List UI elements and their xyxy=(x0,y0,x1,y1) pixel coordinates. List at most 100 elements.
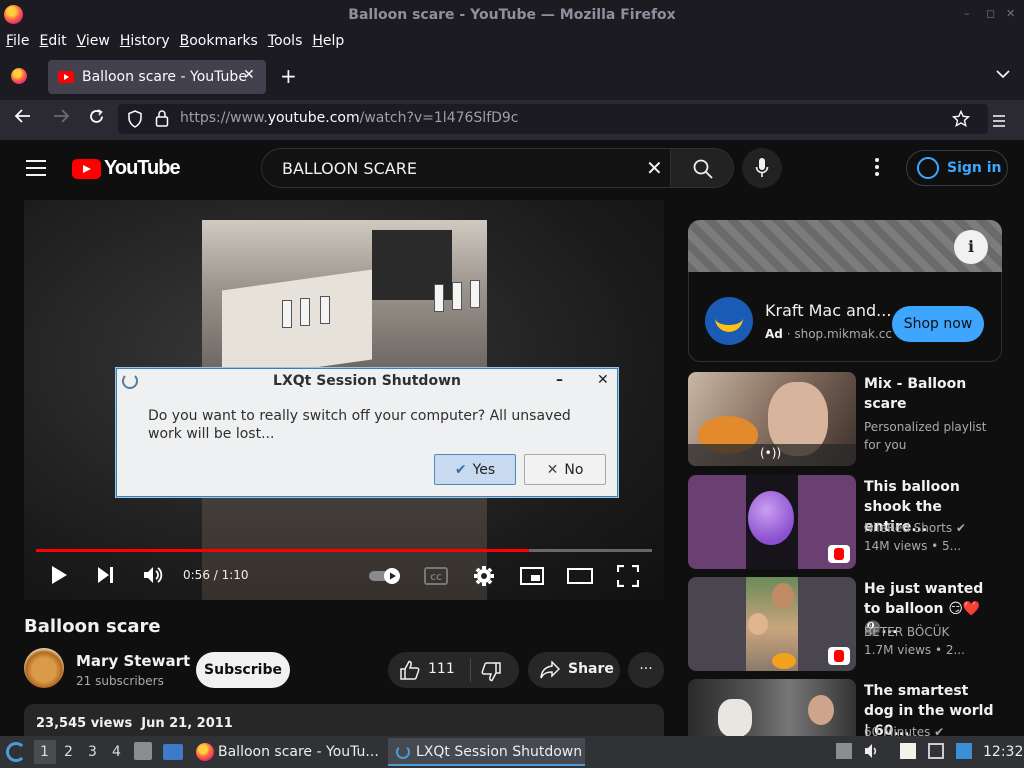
dialog-titlebar[interactable]: LXQt Session Shutdown xyxy=(117,369,617,395)
youtube-logo[interactable]: YouTube xyxy=(72,157,181,180)
taskbar-item-shutdown-dialog[interactable]: LXQt Session Shutdown xyxy=(388,738,585,766)
theater-mode-icon[interactable] xyxy=(567,568,593,589)
youtube-favicon-icon xyxy=(58,71,74,83)
desktop-switch-2[interactable]: 2 xyxy=(64,744,73,760)
notification-tray-icon[interactable] xyxy=(956,743,972,759)
views-and-date: 23,545 views Jun 21, 2011 xyxy=(36,716,233,731)
checkmark-icon: ✔ xyxy=(454,461,467,478)
share-arrow-icon xyxy=(540,661,560,679)
volume-tray-icon[interactable] xyxy=(864,743,880,759)
video-progress-bar[interactable] xyxy=(36,549,652,552)
menu-help[interactable]: Help xyxy=(312,33,344,49)
like-thumb-up-icon[interactable] xyxy=(400,660,420,684)
clipboard-tray-icon[interactable] xyxy=(900,743,916,759)
menu-edit[interactable]: Edit xyxy=(39,33,66,49)
url-text[interactable]: https://www.youtube.com/watch?v=1l476Slf… xyxy=(180,110,519,126)
recommendation-thumbnail[interactable]: (•)) xyxy=(688,372,856,466)
tab-label: Balloon scare - YouTube xyxy=(82,69,247,85)
ad-brand-logo[interactable] xyxy=(705,297,753,345)
back-button[interactable] xyxy=(14,108,32,129)
search-input-value[interactable]: BALLOON SCARE xyxy=(282,159,417,178)
network-tray-icon[interactable] xyxy=(928,743,944,759)
menu-tools[interactable]: Tools xyxy=(268,33,303,49)
more-actions-button[interactable]: ··· xyxy=(628,652,664,688)
next-video-icon[interactable] xyxy=(96,565,116,590)
shorts-badge-icon xyxy=(828,647,850,665)
recommendation-thumbnail[interactable] xyxy=(688,679,856,736)
menu-view[interactable]: View xyxy=(77,33,110,49)
channel-avatar[interactable] xyxy=(24,648,64,688)
forward-button[interactable] xyxy=(52,108,70,129)
menubar: File Edit View History Bookmarks Tools H… xyxy=(0,29,1024,53)
fullscreen-icon[interactable] xyxy=(616,564,640,592)
clear-search-icon[interactable]: ✕ xyxy=(646,156,663,180)
settings-gear-icon[interactable] xyxy=(473,565,495,592)
dialog-message: Do you want to really switch off your co… xyxy=(148,408,571,442)
voice-search-button[interactable] xyxy=(742,148,782,188)
lxqt-taskbar-icon xyxy=(396,745,410,759)
youtube-wordmark: YouTube xyxy=(104,157,181,179)
miniplayer-icon[interactable] xyxy=(520,567,544,590)
bookmark-star-icon[interactable] xyxy=(951,109,971,132)
recommendation-item[interactable]: He just wanted to balloon 😏❤️🎱... BETER … xyxy=(688,577,1002,673)
no-button[interactable]: ✕ No xyxy=(524,454,606,485)
channel-name[interactable]: Mary Stewart xyxy=(76,652,190,670)
like-count[interactable]: 111 xyxy=(428,661,455,677)
recommendation-meta: 14M views • 5... xyxy=(864,539,962,553)
menu-bookmarks[interactable]: Bookmarks xyxy=(180,33,258,49)
close-window-button[interactable]: ✕ xyxy=(1006,7,1015,20)
dialog-minimize-button[interactable]: – xyxy=(556,372,563,388)
recommendation-item[interactable]: The smartest dog in the world | 60... 60… xyxy=(688,679,1002,736)
tab-close-icon[interactable]: ✕ xyxy=(243,67,255,83)
lxqt-start-menu-icon[interactable] xyxy=(6,742,26,762)
recommendation-meta: for you xyxy=(864,438,907,452)
tab-youtube[interactable]: Balloon scare - YouTube xyxy=(48,60,266,94)
dislike-thumb-down-icon[interactable] xyxy=(481,662,501,686)
maximize-window-button[interactable]: ◻ xyxy=(986,7,995,20)
settings-kebab-icon[interactable] xyxy=(875,158,879,181)
file-manager-icon[interactable] xyxy=(134,742,152,760)
recommendation-item[interactable]: (•)) Mix - Balloon scare Personalized pl… xyxy=(688,372,1002,468)
subtitles-cc-icon[interactable]: CC xyxy=(424,567,448,590)
recommendation-item[interactable]: This balloon shook the entire... NileRed… xyxy=(688,475,1002,571)
cross-icon: ✕ xyxy=(546,461,559,478)
yes-button[interactable]: ✔ Yes xyxy=(434,454,516,485)
recommendation-meta: 1.7M views • 2... xyxy=(864,643,965,657)
desktop-switch-3[interactable]: 3 xyxy=(88,744,97,760)
sign-in-button[interactable]: Sign in xyxy=(906,150,1008,186)
sign-in-label: Sign in xyxy=(947,160,1002,176)
firefox-view-icon[interactable] xyxy=(11,68,27,84)
show-desktop-icon[interactable] xyxy=(163,744,183,760)
volume-icon[interactable] xyxy=(143,565,165,590)
play-icon[interactable] xyxy=(50,565,68,590)
ad-info-icon[interactable]: i xyxy=(954,230,988,264)
taskbar-item-firefox[interactable]: Balloon scare - YouTu... xyxy=(192,738,382,766)
tracking-protection-shield-icon[interactable] xyxy=(127,110,143,132)
padlock-icon[interactable] xyxy=(155,109,169,131)
tray-update-icon[interactable] xyxy=(836,743,852,759)
shop-now-button[interactable]: Shop now xyxy=(892,306,984,342)
reload-icon[interactable] xyxy=(88,108,105,130)
ad-title[interactable]: Kraft Mac and... xyxy=(765,301,891,320)
youtube-play-logo-icon xyxy=(72,158,101,179)
guide-menu-icon[interactable] xyxy=(26,160,46,181)
new-tab-button[interactable]: + xyxy=(280,64,297,88)
menu-history[interactable]: History xyxy=(120,33,170,49)
taskbar-item-label: Balloon scare - YouTu... xyxy=(218,744,379,760)
minimize-window-button[interactable]: – xyxy=(964,7,970,20)
recommendation-thumbnail[interactable] xyxy=(688,475,856,569)
desktop-switch-4[interactable]: 4 xyxy=(112,744,121,760)
subscribe-button[interactable]: Subscribe xyxy=(196,652,290,688)
desktop-switch-1[interactable]: 1 xyxy=(40,744,49,760)
clock[interactable]: 12:32 xyxy=(983,744,1023,760)
menu-file[interactable]: File xyxy=(6,33,29,49)
recommendation-title[interactable]: Mix - Balloon scare xyxy=(864,374,994,414)
video-timecode: 0:56 / 1:10 xyxy=(183,568,249,582)
dialog-close-button[interactable]: ✕ xyxy=(597,372,609,388)
search-button[interactable] xyxy=(670,148,734,188)
app-menu-hamburger-icon[interactable] xyxy=(992,112,1006,131)
list-all-tabs-icon[interactable] xyxy=(996,68,1010,82)
window-titlebar: Balloon scare - YouTube — Mozilla Firefo… xyxy=(0,0,1024,29)
recommendation-thumbnail[interactable] xyxy=(688,577,856,671)
autoplay-toggle[interactable] xyxy=(368,567,402,590)
